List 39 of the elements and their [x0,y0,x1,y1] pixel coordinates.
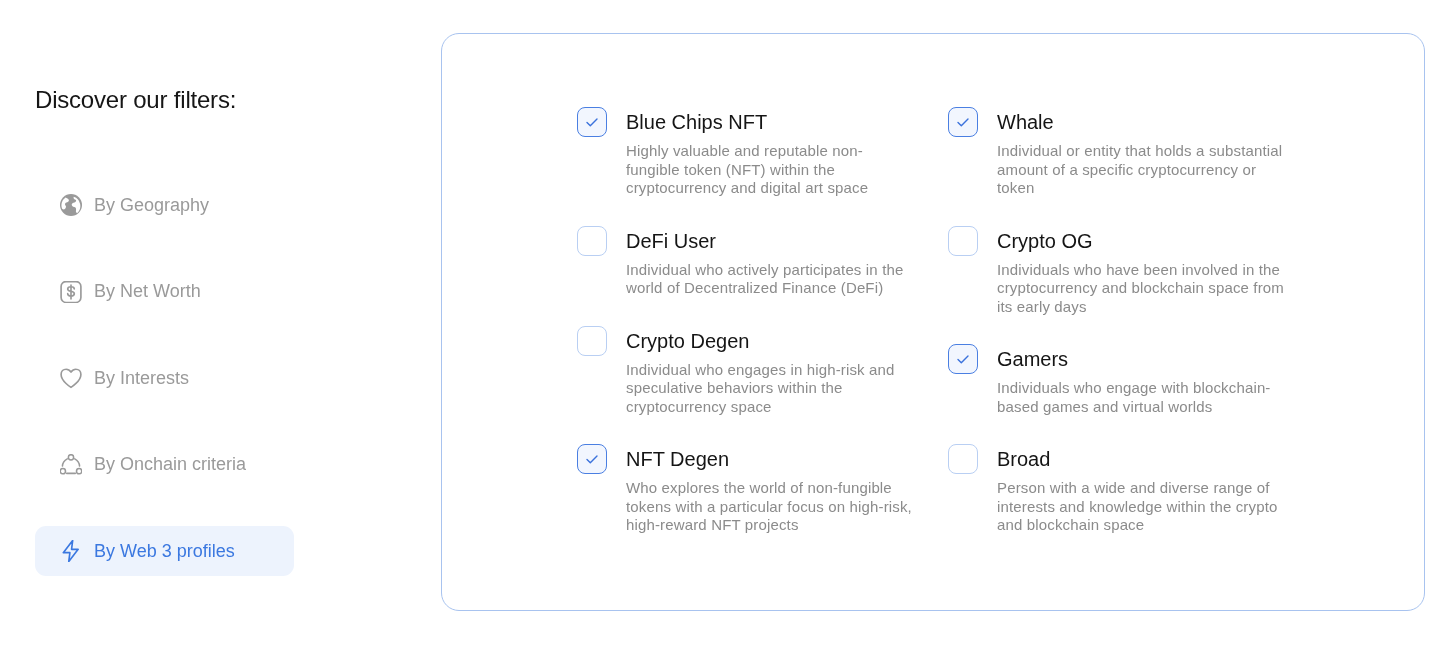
profile-title: NFT Degen [626,447,730,472]
filter-tab[interactable]: By Interests [35,353,294,403]
filter-tab[interactable]: By Geography [35,180,294,230]
checkbox[interactable] [948,107,978,137]
filter-tab[interactable]: By Web 3 profiles [35,526,294,576]
section-heading: Discover our filters: [35,85,238,115]
profile-description: Person with a wide and diverse range of interests and knowledge within the crypto and blockchain space [997,479,1279,535]
globe-icon [60,194,82,216]
checkbox[interactable] [948,225,978,256]
dollar-icon [60,280,82,303]
profile-title: DeFi User [626,228,717,254]
filter-tab[interactable]: By Net Worth [35,266,294,317]
profile-title: Whale [997,110,1055,135]
profile-description: Highly valuable and reputable non-fungible token (NFT) within the cryptocurrency and digital art space [626,142,870,198]
profile-description: Who explores the world of non-fungible tokens with a particular focus on high-risk, high-reward NFT projects [626,479,913,535]
check-icon [957,117,969,127]
profile-title: Crypto Degen [626,328,751,354]
profile-title: Blue Chips NFT [626,110,769,135]
profile-title: Broad [997,447,1052,472]
check-icon [957,354,969,364]
profile-description: Individuals who engage with blockchain-based games and virtual worlds [997,379,1272,416]
profile-description: Individual who actively participates in the world of Decentralized Finance (DeFi) [626,260,905,298]
checkbox[interactable] [577,225,607,256]
network-icon [60,453,82,476]
profile-description: Individuals who have been involved in the cryptocurrency and blockchain space from its early days [997,260,1284,316]
profile-title: Crypto OG [997,228,1094,254]
checkbox[interactable] [948,344,978,374]
check-icon [586,117,598,127]
filter-tab[interactable]: By Onchain criteria [35,439,294,490]
checkbox[interactable] [577,444,607,474]
checkbox[interactable] [577,107,607,137]
checkbox[interactable] [948,444,978,474]
profile-description: Individual or entity that holds a substantial amount of a specific cryptocurrency or token [997,142,1284,198]
profile-description: Individual who engages in high-risk and speculative behaviors within the cryptocurrency space [626,360,896,416]
heart-icon [60,367,82,389]
check-icon [586,454,598,464]
profile-title: Gamers [997,347,1070,372]
checkbox[interactable] [577,325,607,356]
lightning-icon [60,540,82,562]
